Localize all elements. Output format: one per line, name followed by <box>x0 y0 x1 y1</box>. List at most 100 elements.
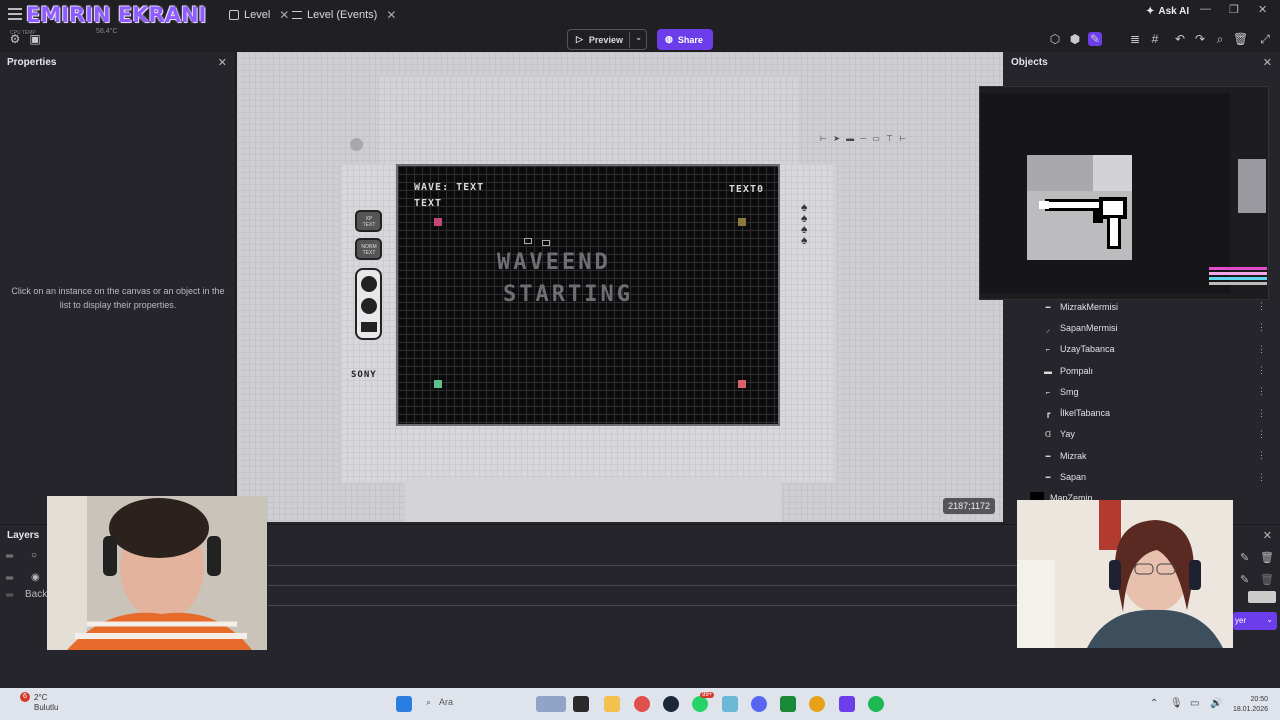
chevron-down-icon[interactable]: ⌄ <box>635 33 642 42</box>
cube-icon[interactable]: ⬡ <box>1048 32 1062 46</box>
windows-start-icon[interactable] <box>396 696 412 712</box>
close-icon[interactable]: ✕ <box>1263 56 1272 69</box>
search-placeholder: Ara <box>439 697 454 707</box>
tab-level-events[interactable]: Level (Events) ✕ <box>292 4 396 26</box>
starting-banner[interactable]: STARTING <box>503 282 633 307</box>
more-icon[interactable]: ⋮ <box>1257 365 1266 376</box>
spawn-marker-gold[interactable] <box>738 218 746 226</box>
eye-icon[interactable]: ◉ <box>31 572 40 583</box>
chrome-icon[interactable] <box>809 696 825 712</box>
more-icon[interactable]: ⋮ <box>1257 301 1266 312</box>
minimize-icon[interactable]: — <box>1200 3 1211 15</box>
undo-icon[interactable]: ↶ <box>1173 32 1187 46</box>
more-icon[interactable]: ⋮ <box>1257 472 1266 483</box>
file-explorer-icon[interactable] <box>604 696 620 712</box>
hud-pad-1[interactable]: XP TEXT <box>355 210 382 232</box>
app-icon[interactable] <box>780 696 796 712</box>
more-icon[interactable]: ⋮ <box>1257 322 1266 333</box>
drag-handle-icon[interactable]: ═ <box>6 590 13 601</box>
level-canvas[interactable]: ⊢ ➤ ▬ ─ ▭ ⊤ ⊢ XP TEXT NORM TEXT SONY WAV… <box>237 52 1003 522</box>
close-tab-icon[interactable]: ✕ <box>386 8 396 22</box>
list-item[interactable]: ▬ Pompalı ⋮ <box>1004 360 1280 381</box>
object-label: Yay <box>1060 429 1075 440</box>
add-layer-button[interactable]: yer ⌄ <box>1233 612 1277 630</box>
tray-chevron-icon[interactable]: ⌃ <box>1150 698 1158 709</box>
hud-pad-2[interactable]: NORM TEXT <box>355 238 382 260</box>
close-icon[interactable]: ✕ <box>1263 529 1272 542</box>
menu-icon[interactable] <box>8 8 22 20</box>
pencil-icon[interactable]: ✎ <box>1088 32 1102 46</box>
more-icon[interactable]: ⋮ <box>1257 450 1266 461</box>
hearts-object[interactable]: ♠ ♠ ♠ ♠ <box>801 201 807 246</box>
background-layer-label[interactable]: Back <box>25 589 47 600</box>
wave-end-banner[interactable]: WAVEEND <box>497 250 611 275</box>
pistol-icon: ⌐ <box>1045 345 1051 355</box>
small-object[interactable] <box>542 240 550 246</box>
gdevelop-icon[interactable] <box>839 696 855 712</box>
close-icon[interactable]: ✕ <box>218 56 227 69</box>
close-tab-icon[interactable]: ✕ <box>279 8 289 22</box>
layer-color-swatch[interactable] <box>1248 591 1276 603</box>
grid-icon[interactable]: # <box>1148 32 1162 46</box>
redo-icon[interactable]: ↷ <box>1193 32 1207 46</box>
discord-icon[interactable] <box>751 696 767 712</box>
microphone-icon[interactable]: 🎙 <box>1170 698 1183 709</box>
weather-widget[interactable]: 2°C Bulutlu <box>34 693 58 713</box>
text-label[interactable]: TEXT <box>414 198 442 209</box>
sprite-preview-popup <box>979 86 1269 300</box>
zoom-icon[interactable]: ⌕ <box>1213 32 1227 46</box>
list-item[interactable]: ━ Sapan ⋮ <box>1004 466 1280 487</box>
list-item[interactable]: ⌐ UzayTabanca ⋮ <box>1004 339 1280 360</box>
edit-icon[interactable]: ✎ <box>1240 573 1249 586</box>
eye-icon[interactable]: ○ <box>31 550 37 561</box>
cubes-icon[interactable]: ⬢ <box>1068 32 1082 46</box>
list-item[interactable]: ᗡ Yay ⋮ <box>1004 424 1280 445</box>
list-item[interactable]: ⸝ SapanMermisi ⋮ <box>1004 317 1280 338</box>
edit-icon[interactable]: ✎ <box>1240 551 1249 564</box>
opera-icon[interactable] <box>634 696 650 712</box>
ask-ai-button[interactable]: ✦ Ask AI <box>1146 6 1189 17</box>
system-clock[interactable]: 20:50 18.01.2026 <box>1226 695 1268 715</box>
game-screen[interactable]: WAVE: TEXT TEXT TEXT0 WAVEEND STARTING <box>396 164 780 426</box>
sony-label[interactable]: SONY <box>351 370 377 380</box>
whatsapp-icon[interactable] <box>692 696 708 712</box>
monitor-icon[interactable]: ▭ <box>1190 698 1199 709</box>
task-view-icon[interactable] <box>573 696 589 712</box>
wave-text[interactable]: WAVE: TEXT <box>414 182 484 193</box>
more-icon[interactable]: ⋮ <box>1257 429 1266 440</box>
small-object[interactable] <box>524 238 532 244</box>
preview-button[interactable]: ▷ Preview ⌄ <box>567 29 647 50</box>
text0-label[interactable]: TEXT0 <box>729 184 764 195</box>
faint-object-row[interactable]: ⊢ ➤ ▬ ─ ▭ ⊤ ⊢ <box>820 134 908 143</box>
controller-object[interactable] <box>355 268 382 340</box>
spawn-marker-pink[interactable] <box>434 218 442 226</box>
list-item[interactable]: ┏ İlkelTabanca ⋮ <box>1004 402 1280 423</box>
tab-level[interactable]: Level ✕ <box>229 4 289 26</box>
instance-circle[interactable] <box>350 138 363 151</box>
app-icon[interactable] <box>722 696 738 712</box>
close-window-icon[interactable]: ✕ <box>1258 3 1267 16</box>
more-icon[interactable]: ⋮ <box>1257 408 1266 419</box>
save-icon[interactable]: ▣ <box>28 32 42 46</box>
spotify-icon[interactable] <box>868 696 884 712</box>
search-highlight-icon[interactable] <box>536 696 566 712</box>
trash-icon[interactable]: 🗑 <box>1260 551 1274 564</box>
more-icon[interactable]: ⋮ <box>1257 344 1266 355</box>
taskbar-search[interactable]: ⌕ Ara <box>426 697 453 708</box>
spawn-marker-green[interactable] <box>434 380 442 388</box>
steam-icon[interactable] <box>663 696 679 712</box>
volume-icon[interactable]: 🔊 <box>1210 698 1222 709</box>
settings-icon[interactable]: ⚙ <box>8 32 22 46</box>
list-item[interactable]: ⌐ Smg ⋮ <box>1004 381 1280 402</box>
expand-icon[interactable]: ⤢ <box>1258 32 1272 46</box>
drag-handle-icon[interactable]: ═ <box>6 551 13 562</box>
drag-handle-icon[interactable]: ═ <box>6 573 13 584</box>
share-button[interactable]: ◍ Share <box>657 29 713 50</box>
more-icon[interactable]: ⋮ <box>1257 386 1266 397</box>
layers-icon[interactable]: ≣ <box>1128 32 1142 46</box>
maximize-icon[interactable]: ❐ <box>1229 3 1239 16</box>
spawn-marker-red[interactable] <box>738 380 746 388</box>
trash-icon[interactable]: 🗑 <box>1260 573 1274 586</box>
trash-icon[interactable]: 🗑 <box>1233 32 1248 46</box>
list-item[interactable]: ━ Mizrak ⋮ <box>1004 445 1280 466</box>
